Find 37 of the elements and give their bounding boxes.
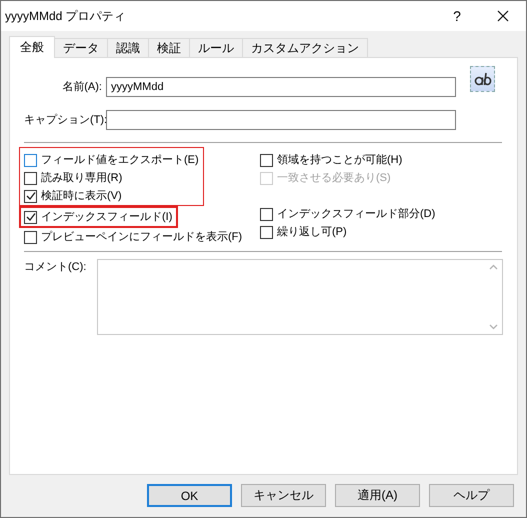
checkbox-label: 一致させる必要あり(S) bbox=[277, 170, 391, 186]
checkbox-label: 検証時に表示(V) bbox=[41, 189, 122, 204]
checkbox-label: 読み取り専用(R) bbox=[41, 170, 122, 186]
field-type-button[interactable] bbox=[470, 66, 495, 92]
checkbox-label: 繰り返し可(P) bbox=[277, 225, 347, 240]
field-label: 名前(A): bbox=[61, 80, 103, 95]
dialog-button[interactable]: 適用(A) bbox=[335, 484, 420, 507]
checkbox[interactable] bbox=[260, 226, 273, 238]
checkbox-label: プレビューペインにフィールドを表示(F) bbox=[41, 230, 242, 245]
checkbox[interactable] bbox=[260, 154, 273, 166]
checkbox[interactable] bbox=[24, 190, 37, 202]
checkbox[interactable] bbox=[24, 230, 37, 244]
dialog-button[interactable]: ヘルプ bbox=[429, 484, 514, 507]
checkbox[interactable] bbox=[24, 154, 37, 166]
text-field-icon bbox=[474, 72, 492, 86]
tab[interactable]: 検証 bbox=[148, 38, 190, 57]
checkbox[interactable] bbox=[24, 172, 37, 184]
dialog-button[interactable]: OK bbox=[147, 484, 232, 507]
help-button[interactable]: ? bbox=[434, 8, 480, 24]
tab[interactable]: 全般 bbox=[9, 36, 55, 58]
tab[interactable]: データ bbox=[54, 38, 108, 57]
comment-field[interactable] bbox=[97, 259, 503, 335]
checkbox-label: インデックスフィールド(I) bbox=[41, 210, 172, 225]
checkbox-label: 領域を持つことが可能(H) bbox=[277, 153, 402, 168]
dialog-button[interactable]: キャンセル bbox=[241, 484, 326, 507]
checkbox-label: フィールド値をエクスポート(E) bbox=[41, 153, 199, 168]
close-icon[interactable] bbox=[497, 10, 509, 22]
tab[interactable]: 認識 bbox=[107, 38, 149, 57]
comment-label: コメント(C): bbox=[24, 260, 88, 275]
tab[interactable]: カスタムアクション bbox=[242, 38, 368, 57]
checkbox[interactable] bbox=[24, 210, 37, 224]
checkbox-label: インデックスフィールド部分(D) bbox=[277, 206, 436, 222]
input-field[interactable] bbox=[106, 110, 456, 130]
checkbox[interactable] bbox=[260, 208, 273, 220]
field-label: キャプション(T): bbox=[24, 112, 106, 128]
window-title: yyyyMMdd プロパティ bbox=[5, 8, 127, 24]
input-field[interactable]: yyyyMMdd bbox=[106, 77, 456, 97]
